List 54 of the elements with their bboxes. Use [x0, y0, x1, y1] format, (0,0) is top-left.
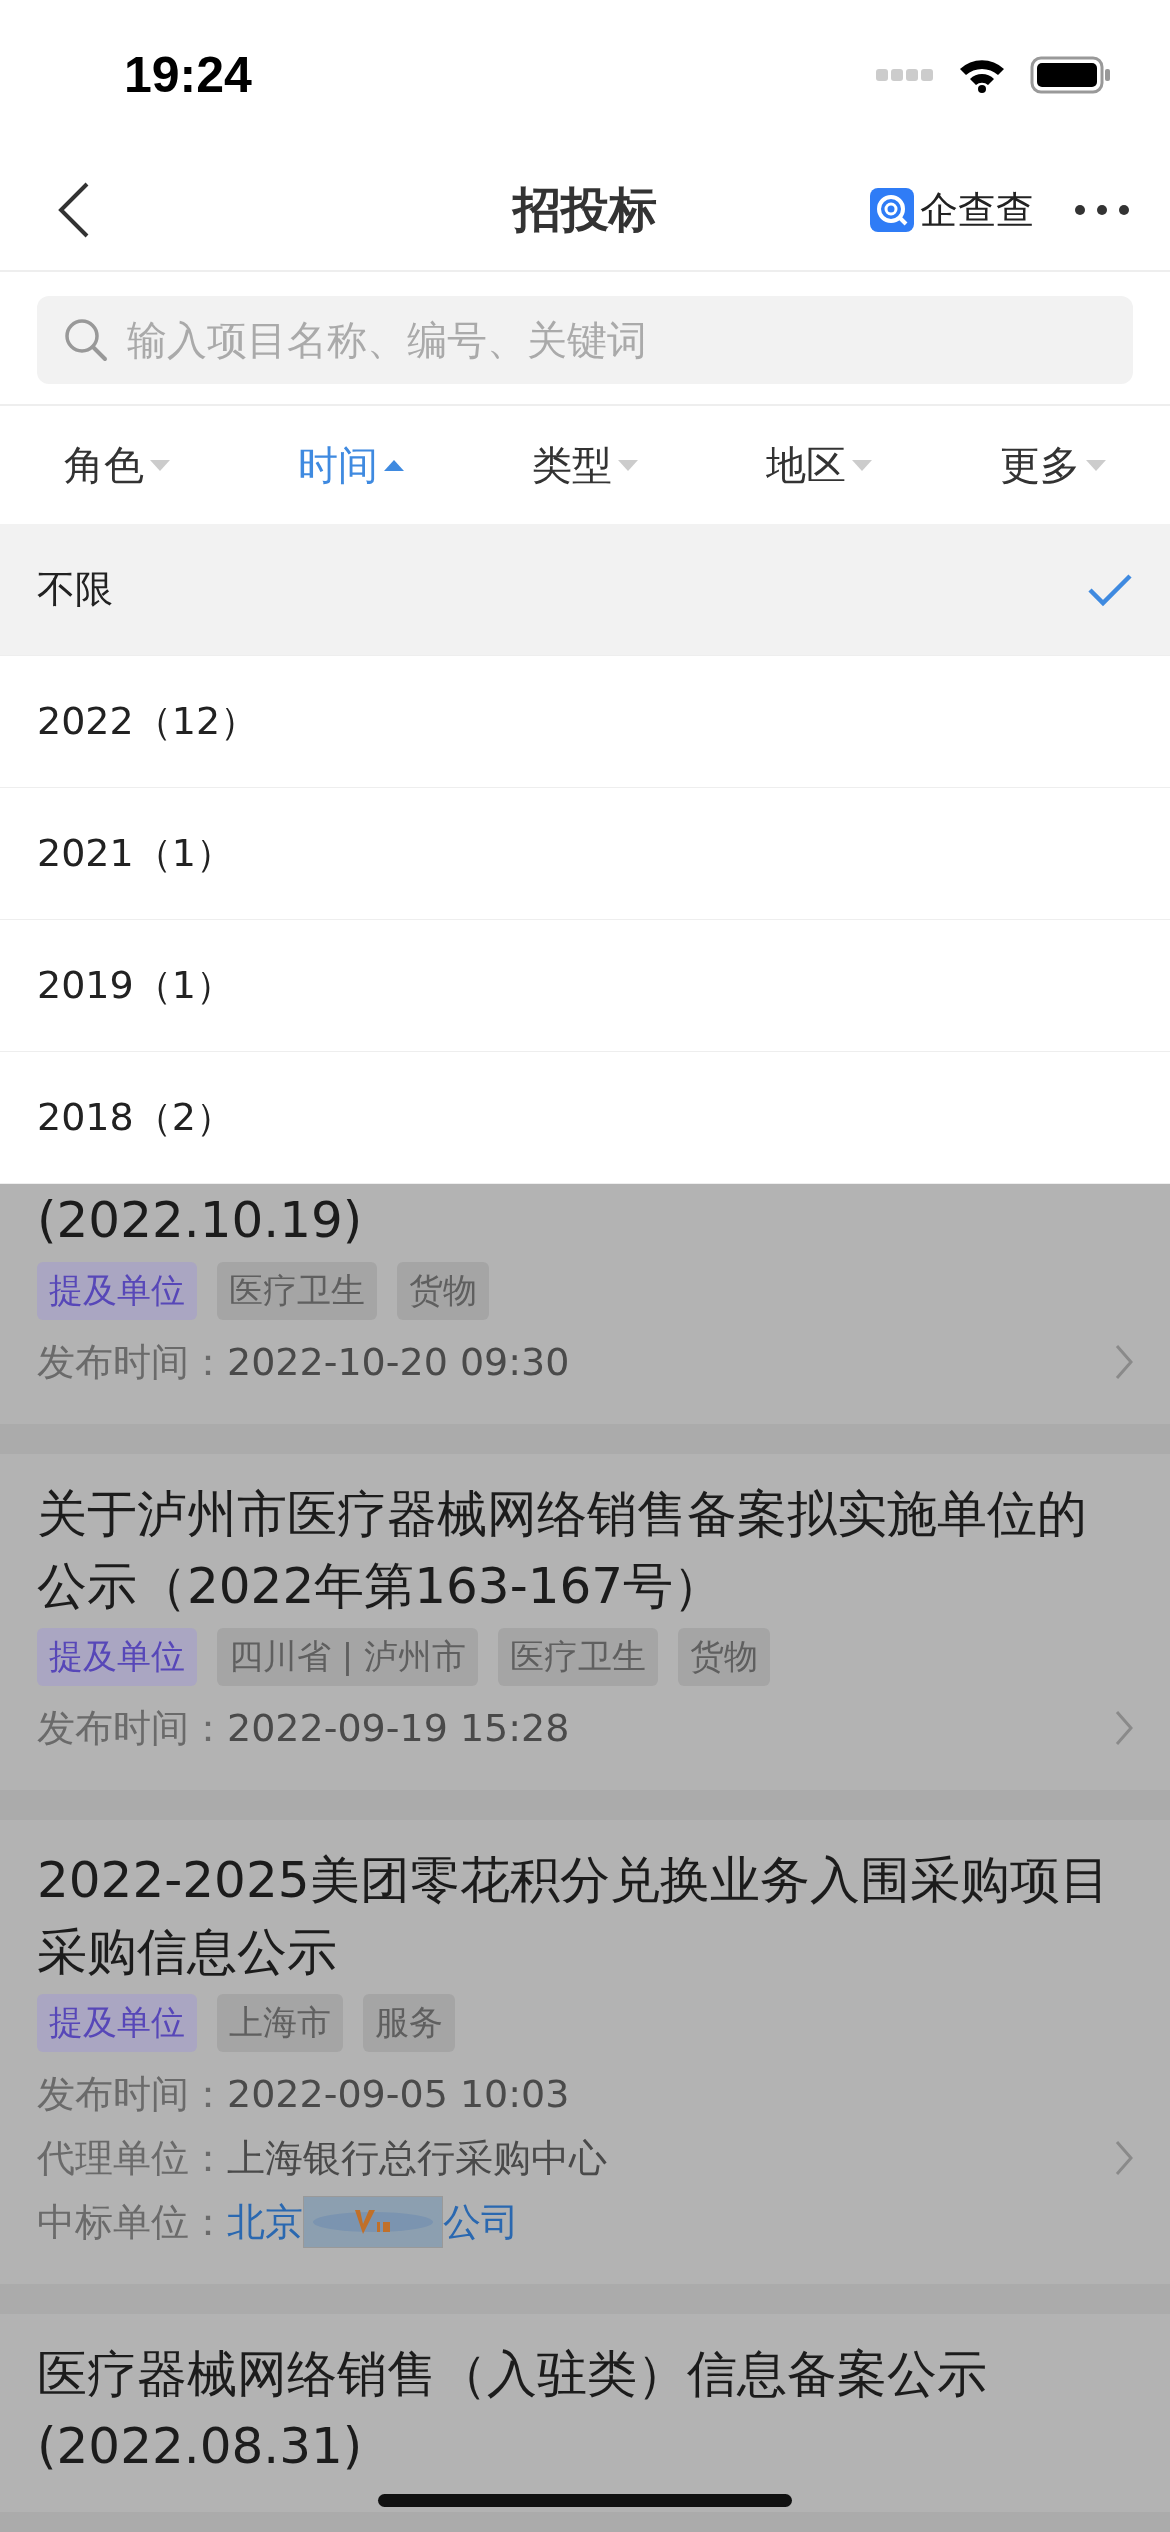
- result-card[interactable]: 关于泸州市医疗器械网络销售备案拟实施单位的公示（2022年第163-167号） 提及单位 四川省 | 泸州市 医疗卫生 货物 发布时间：2022-09-19 15:28: [0, 1454, 1170, 1790]
- tag: 医疗卫生: [217, 1262, 377, 1320]
- tag: 提及单位: [37, 1994, 197, 2052]
- brand-logo-icon: [870, 188, 914, 232]
- year-option[interactable]: 2019（1）: [0, 920, 1170, 1052]
- field-value: 上海银行总行采购中心: [227, 2135, 607, 2182]
- tag: 上海市: [217, 1994, 343, 2052]
- chevron-right-icon: [1115, 1710, 1133, 1746]
- field-label: 中标单位：: [37, 2199, 227, 2246]
- filter-tab[interactable]: 地区: [702, 406, 936, 524]
- more-icon[interactable]: [1074, 204, 1130, 216]
- caret-down-icon: [1086, 459, 1106, 471]
- page-title: 招投标: [513, 180, 657, 239]
- result-title: 关于泸州市医疗器械网络销售备案拟实施单位的公示（2022年第163-167号）: [37, 1484, 1088, 1617]
- result-card[interactable]: 医疗器械网络销售（入驻类）信息备案公示(2022.08.31): [0, 2314, 1170, 2512]
- tag: 货物: [678, 1628, 771, 1686]
- brand-name: 企查查: [920, 186, 1034, 234]
- tag: 四川省 | 泸州市: [217, 1628, 479, 1686]
- signal-icon: [876, 67, 934, 83]
- chevron-right-icon: [1115, 1344, 1133, 1380]
- caret-down-icon: [150, 459, 170, 471]
- battery-icon: [1030, 56, 1112, 94]
- field-label: 发布时间：: [37, 1705, 227, 1752]
- year-option[interactable]: 2021（1）: [0, 788, 1170, 920]
- tag: 货物: [397, 1262, 489, 1320]
- filter-tab[interactable]: 类型: [468, 406, 702, 524]
- result-title: 2022-2025美团零花积分兑换业务入围采购项目采购信息公示: [37, 1850, 1111, 1983]
- search-field[interactable]: 输入项目名称、编号、关键词: [37, 296, 1133, 384]
- field-value: 2022-10-20 09:30: [227, 1339, 570, 1386]
- wifi-icon: [958, 57, 1006, 93]
- caret-down-icon: [852, 459, 872, 471]
- field-label: 发布时间：: [37, 2071, 227, 2118]
- filter-tab[interactable]: 时间: [234, 406, 468, 524]
- caret-down-icon: [618, 459, 638, 471]
- field-value: 2022-09-19 15:28: [227, 1705, 570, 1752]
- caret-up-icon: [384, 459, 404, 471]
- year-option[interactable]: 2022（12）: [0, 656, 1170, 788]
- result-card[interactable]: (2022.10.19) 提及单位 医疗卫生 货物 发布时间：2022-10-20 09:30: [0, 1184, 1170, 1424]
- filter-tab[interactable]: 角色: [0, 406, 234, 524]
- tag: 提及单位: [37, 1628, 197, 1686]
- filter-tab[interactable]: 更多: [936, 406, 1170, 524]
- tag: 提及单位: [37, 1262, 197, 1320]
- tag: 服务: [363, 1994, 455, 2052]
- search-icon: [63, 317, 109, 363]
- tag: 医疗卫生: [498, 1628, 659, 1686]
- result-title: 医疗器械网络销售（入驻类）信息备案公示(2022.08.31): [37, 2344, 988, 2477]
- chevron-right-icon: [1115, 2140, 1133, 2176]
- field-label: 发布时间：: [37, 1339, 227, 1386]
- year-option[interactable]: 不限: [0, 524, 1170, 656]
- field-label: 代理单位：: [37, 2135, 227, 2182]
- field-value: 2022-09-05 10:03: [227, 2071, 570, 2118]
- status-time: 19:24: [124, 46, 252, 104]
- checkmark-icon: [1087, 572, 1133, 607]
- result-title: (2022.10.19): [37, 1190, 364, 1251]
